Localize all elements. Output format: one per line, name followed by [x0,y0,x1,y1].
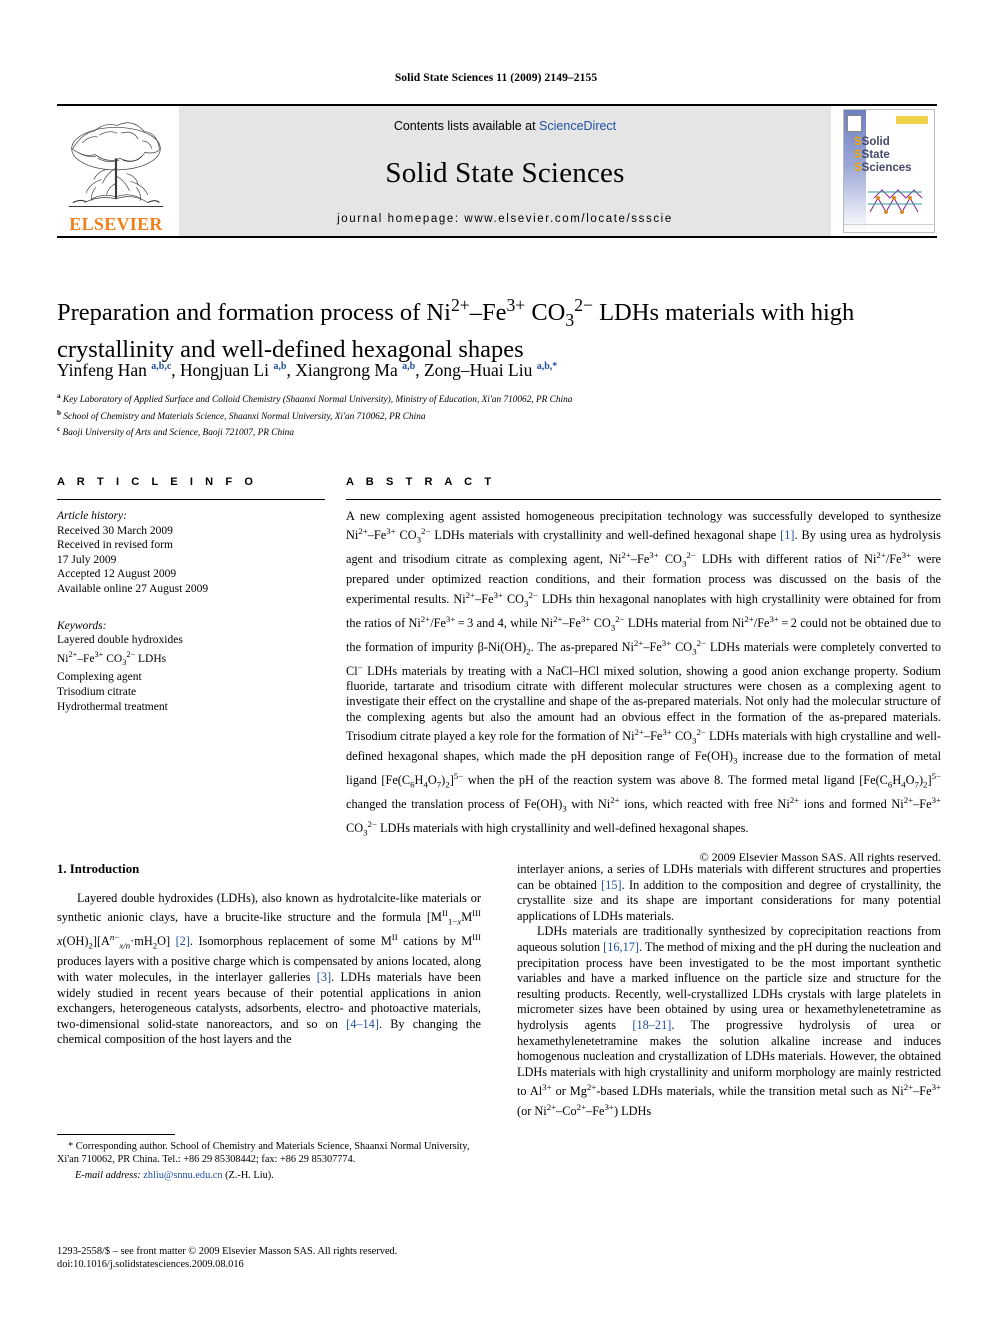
citation-ref[interactable]: [1] [780,529,794,543]
cover-title-lines: SSolid SState SSciences [854,136,912,174]
citation-ref[interactable]: [18–21] [632,1018,671,1032]
history-item-revised: Received in revised form [57,539,173,552]
abstract-column: A new complexing agent assisted homogene… [346,509,941,865]
intro-paragraph-1-cont: interlayer anions, a series of LDHs mate… [517,862,941,923]
keywords-label: Keywords: [57,619,107,632]
footnote-block: * Corresponding author. School of Chemis… [57,1134,481,1183]
paper-page: Solid State Sciences 11 (2009) 2149–2155 [0,0,992,1323]
citation-ref[interactable]: [15] [601,878,622,892]
citation-ref[interactable]: [4–14] [346,1017,379,1031]
cover-line2: State [861,149,890,161]
journal-cover-thumbnail: SSolid SState SSciences [841,106,937,236]
journal-title: Solid State Sciences [385,156,625,189]
email-label: E-mail address: [75,1170,141,1182]
cover-line1: Solid [861,136,890,148]
affiliation-mark-b: b [57,408,61,417]
affiliation-b: b School of Chemistry and Materials Scie… [57,407,941,424]
masthead-center: Contents lists available at ScienceDirec… [179,106,831,236]
keyword-item: Hydrothermal treatment [57,700,168,713]
email-suffix: (Z.-H. Liu). [225,1170,274,1182]
author-list: Yinfeng Han a,b,c, Hongjuan Li a,b, Xian… [57,359,558,380]
cover-yellow-tag [896,116,928,124]
article-info-heading-wrap: A R T I C L E I N F O [57,476,325,500]
crystal-structure-icon [868,189,923,214]
keyword-item: Trisodium citrate [57,686,137,699]
keyword-item: Ni2+–Fe3+ CO32− LDHs [57,649,167,667]
abstract-rule [346,499,941,500]
article-info-column: Article history: Received 30 March 2009 … [57,509,325,865]
history-item-online: Available online 27 August 2009 [57,582,209,595]
abstract-text: A new complexing agent assisted homogene… [346,509,942,838]
citation-ref[interactable]: [2] [176,934,190,948]
imprint-doi: doi:10.1016/j.solidstatesciences.2009.08… [57,1259,244,1271]
abstract-heading-wrap: A B S T R A C T [346,476,941,500]
running-head: Solid State Sciences 11 (2009) 2149–2155 [394,72,598,84]
email-note: E-mail address: zhliu@snnu.edu.cn (Z.-H.… [57,1169,481,1182]
affiliation-c-text: Baoji University of Arts and Science, Ba… [62,428,294,439]
article-info-rule [57,499,325,500]
section-headings-row: A R T I C L E I N F O A B S T R A C T [57,476,941,500]
contents-available-line: Contents lists available at ScienceDirec… [394,119,616,133]
sciencedirect-link[interactable]: ScienceDirect [539,119,616,133]
imprint-front-matter: 1293-2558/$ – see front matter © 2009 El… [57,1246,398,1257]
body-column-left: 1. Introduction Layered double hydroxide… [57,862,481,1120]
elsevier-wordmark: ELSEVIER [69,214,163,234]
body-column-right: interlayer anions, a series of LDHs mate… [517,862,941,1120]
keyword-item: Layered double hydroxides [57,634,183,647]
intro-paragraph-2: LDHs materials are traditionally synthes… [517,924,941,1119]
citation-ref[interactable]: [16,17] [603,940,639,954]
footnote-rule [57,1134,175,1135]
affiliations: a Key Laboratory of Applied Surface and … [57,390,941,440]
journal-homepage-line[interactable]: journal homepage: www.elsevier.com/locat… [337,213,673,225]
affiliation-mark-a: a [57,392,61,400]
history-item-accepted: Accepted 12 August 2009 [57,568,177,581]
cover-base-rule [844,224,934,232]
body-columns: 1. Introduction Layered double hydroxide… [57,862,941,1120]
cover-line3: Sciences [861,162,912,174]
affiliation-mark-c: c [57,425,61,434]
history-item-revised-date: 17 July 2009 [57,553,117,566]
abstract-heading: A B S T R A C T [346,476,496,488]
affiliation-a: a Key Laboratory of Applied Surface and … [57,390,941,407]
citation-ref[interactable]: [3] [317,970,331,984]
info-abstract-block: A R T I C L E I N F O A B S T R A C T Ar… [57,476,941,865]
article-info-heading: A R T I C L E I N F O [57,476,258,488]
affiliation-a-text: Key Laboratory of Applied Surface and Co… [62,395,573,406]
history-item-received: Received 30 March 2009 [57,524,173,537]
section-title-introduction: 1. Introduction [57,862,140,876]
email-link[interactable]: zhliu@snnu.edu.cn [143,1170,222,1181]
affiliation-b-text: School of Chemistry and Materials Scienc… [63,411,426,422]
intro-paragraph-1: Layered double hydroxides (LDHs), also k… [57,890,481,1047]
keywords-block: Keywords: Layered double hydroxides Ni2+… [57,619,325,715]
elsevier-tree-icon [68,122,164,208]
cover-elsevier-mark-icon [847,115,862,132]
paper-title: Preparation and formation process of Ni2… [57,295,855,364]
journal-masthead: ELSEVIER Contents lists available at Sci… [57,104,937,238]
info-abstract-columns: Article history: Received 30 March 2009 … [57,509,941,865]
article-history-label: Article history: [57,510,127,522]
elsevier-logo: ELSEVIER [57,106,175,236]
affiliation-c: c Baoji University of Arts and Science, … [57,423,941,440]
contents-prefix: Contents lists available at [393,119,540,133]
keyword-item: Complexing agent [57,671,142,684]
corresponding-author-note: * Corresponding author. School of Chemis… [57,1141,470,1166]
imprint-block: 1293-2558/$ – see front matter © 2009 El… [57,1245,487,1272]
cover-image: SSolid SState SSciences [843,109,935,233]
